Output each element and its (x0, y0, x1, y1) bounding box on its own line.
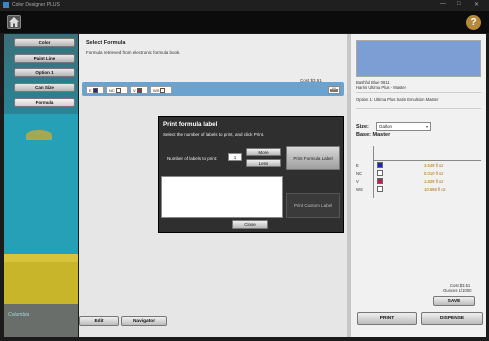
nav-color-button[interactable]: Color (14, 38, 75, 47)
divider (356, 92, 481, 93)
room-preview-image (4, 34, 78, 337)
colorant-row-amount: 0.010 fl oz (424, 171, 444, 176)
print-formula-label-button[interactable]: Print Formula Label (286, 146, 340, 170)
edit-button[interactable]: Edit (79, 316, 119, 326)
size-label: Size: (356, 124, 369, 130)
colorant-code: V (133, 88, 136, 93)
base-label: Base: Master (356, 132, 391, 138)
nav-paint-line-button[interactable]: Paint Line (14, 54, 75, 63)
colorant-swatch (92, 88, 98, 94)
color-source: Harris Ultima Plus - Master (356, 85, 407, 90)
maximize-button[interactable]: □ (457, 1, 461, 7)
labels-count-input[interactable]: 1 (228, 153, 242, 161)
print-icon[interactable] (328, 86, 340, 94)
colorant-row-swatch (377, 186, 383, 192)
app-icon (3, 2, 9, 8)
save-button[interactable]: SAVE (433, 296, 475, 306)
room-floor (4, 304, 78, 337)
labels-count-label: Number of labels to print: (167, 156, 218, 161)
room-lamp (26, 130, 52, 140)
custom-label-textarea[interactable] (161, 176, 283, 218)
top-toolbar (0, 11, 489, 33)
colorant-chip-nc: NC (106, 86, 128, 94)
color-swatch (356, 40, 481, 77)
formula-subtitle: Formula retrieved from electronic formul… (86, 50, 181, 55)
colorant-row-code: WS (356, 187, 363, 192)
colorant-row-amount: 1.829 fl oz (424, 179, 444, 184)
colorant-swatch (160, 88, 166, 94)
size-value: Gallon (379, 124, 393, 129)
dialog-title: Print formula label (163, 121, 218, 128)
product-name: Option 1: Ultima Plus Satin Emulsion Mas… (356, 97, 439, 102)
brand-logo: Columbia (8, 312, 30, 318)
colorant-row-code: E (356, 163, 359, 168)
colorant-code: NC (109, 88, 115, 93)
colorant-row-code: V (356, 179, 359, 184)
colorant-swatch (115, 88, 121, 94)
less-button[interactable]: Less (246, 159, 281, 167)
ounces-unit: Ounces 1/1000 (443, 288, 472, 293)
print-custom-label-button[interactable]: Print Custom Label (286, 193, 340, 218)
chevron-down-icon: ▾ (425, 124, 428, 129)
nav-option-button[interactable]: Option 1 (14, 68, 75, 77)
print-button[interactable]: PRINT (357, 312, 417, 325)
colorant-row-swatch (377, 178, 383, 184)
colorant-row-swatch (377, 162, 383, 168)
colorant-code: E (89, 88, 92, 93)
home-icon[interactable] (7, 15, 21, 29)
more-button[interactable]: More (246, 148, 281, 156)
close-window-button[interactable]: ✕ (474, 1, 479, 8)
colorant-row-amount: 3.549 fl oz (424, 163, 444, 168)
title-bar: Color Designer PLUS — □ ✕ (0, 0, 489, 11)
dispense-button[interactable]: DISPENSE (421, 312, 483, 325)
colorant-row-code: NC (356, 171, 363, 176)
colorant-chip-ws: WS (150, 86, 172, 94)
nav-formula-button[interactable]: Formula (14, 98, 75, 107)
formula-title: Select Formula (86, 40, 126, 46)
colorant-chip-e: E (86, 86, 104, 94)
nav-can-size-button[interactable]: Can Size (14, 83, 75, 92)
colorant-row-amount: 10.688 fl oz (424, 187, 446, 192)
close-dialog-button[interactable]: Close (232, 220, 268, 229)
divider (356, 108, 481, 109)
dialog-instruction: Select the number of labels to print, an… (163, 132, 265, 137)
colorant-row-swatch (377, 170, 383, 176)
size-select[interactable]: Gallon ▾ (376, 122, 431, 131)
formula-axis-horizontal (373, 160, 481, 161)
navigator-button[interactable]: Navigator (121, 316, 167, 326)
colorant-chip-v: V (130, 86, 148, 94)
formula-axis-vertical (373, 146, 374, 198)
colorant-code: WS (153, 88, 160, 93)
colorant-swatch (136, 88, 142, 94)
minimize-button[interactable]: — (440, 1, 446, 7)
window-title: Color Designer PLUS (12, 2, 60, 8)
help-icon[interactable]: ? (466, 15, 481, 30)
room-sofa (4, 262, 78, 306)
